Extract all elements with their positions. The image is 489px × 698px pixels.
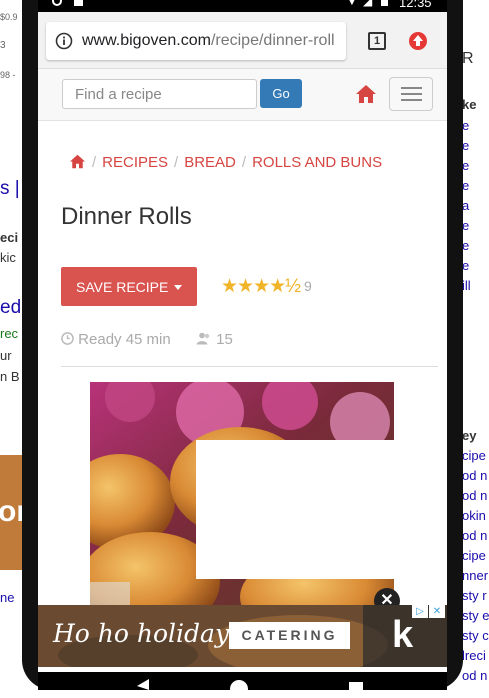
bg-fragment: e — [462, 178, 470, 193]
android-nav-bar — [38, 672, 447, 698]
servings: 15 — [196, 331, 233, 348]
back-icon[interactable] — [135, 679, 151, 690]
menu-toggle-button[interactable] — [389, 77, 433, 111]
bg-fragment: od n — [462, 488, 488, 503]
bg-fragment: 98 - — [0, 70, 16, 80]
signal-icon: ◢ — [363, 0, 373, 8]
ad-banner[interactable]: Ho ho holiday CATERING k ▷ ✕ — [38, 605, 447, 667]
bg-fragment: or — [0, 495, 22, 528]
notification-icon — [52, 0, 62, 6]
bg-fragment: 3 — [0, 40, 6, 51]
bg-fragment: $0.9 — [0, 12, 18, 22]
bg-fragment: rec — [0, 326, 19, 341]
ready-time-text: Ready 45 min — [78, 331, 171, 348]
bg-fragment: nner — [462, 568, 489, 583]
ad-close-icon[interactable]: ✕ — [429, 605, 445, 618]
bg-fragment: e — [462, 218, 470, 233]
bg-fragment: eci — [0, 230, 19, 245]
bg-fragment: sty r — [462, 588, 487, 603]
tab-switcher-button[interactable]: 1 — [368, 32, 386, 50]
hamburger-line — [401, 99, 422, 101]
background-page-right: R ke e e e e a e e e ill ey cipe od n od… — [462, 0, 489, 690]
bg-fragment: a — [462, 198, 470, 213]
battery-icon — [381, 0, 388, 6]
bg-fragment: sty e — [462, 608, 489, 623]
site-header: Go — [38, 69, 447, 121]
bg-fragment: ne — [0, 590, 15, 605]
breadcrumb: / RECIPES / BREAD / ROLLS AND BUNS — [69, 154, 382, 171]
bg-fragment: od n — [462, 668, 488, 683]
bg-fragment: cipe — [462, 548, 486, 563]
bg-fragment: sty c — [462, 628, 489, 643]
ad-placeholder — [196, 440, 394, 579]
adchoices-icon[interactable]: ▷ — [412, 605, 428, 618]
bg-fragment: ur — [0, 348, 12, 363]
bg-fragment: ke — [462, 97, 477, 112]
recipe-photo[interactable] — [90, 382, 394, 615]
browser-toolbar: www.bigoven.com/recipe/dinner-roll 1 — [38, 12, 447, 69]
breadcrumb-bread[interactable]: BREAD — [184, 154, 236, 171]
bg-fragment: e — [462, 118, 470, 133]
bg-fragment: n B — [0, 369, 20, 384]
bg-fragment: ey — [462, 428, 477, 443]
recipe-search-input[interactable] — [62, 79, 257, 109]
url-field[interactable]: www.bigoven.com/recipe/dinner-roll — [46, 22, 346, 60]
bg-fragment: ed — [0, 297, 22, 318]
home-icon[interactable] — [355, 84, 377, 104]
hamburger-line — [401, 87, 422, 89]
url-domain: www.bigoven.com — [82, 32, 211, 49]
update-icon[interactable] — [408, 31, 428, 51]
hamburger-line — [401, 93, 422, 95]
ad-headline: Ho ho holiday — [53, 619, 230, 648]
bg-fragment: od n — [462, 468, 488, 483]
breadcrumb-separator: / — [241, 154, 247, 171]
bg-fragment: kic — [0, 250, 16, 265]
clock-icon — [61, 332, 74, 345]
sim-icon — [74, 0, 83, 6]
rating-count[interactable]: 9 — [304, 278, 312, 294]
people-icon — [196, 332, 210, 345]
bg-fragment: okin — [462, 508, 486, 523]
clock: 12:35 — [399, 0, 432, 10]
bg-food-thumbnail: or — [0, 455, 22, 570]
bg-fragment: ill — [462, 278, 471, 293]
recipe-title: Dinner Rolls — [61, 203, 192, 230]
bg-fragment: s | — [0, 178, 20, 199]
bg-fragment: R — [462, 50, 474, 67]
bg-fragment: e — [462, 238, 470, 253]
ready-time: Ready 45 min — [61, 331, 171, 348]
info-icon[interactable] — [55, 32, 73, 50]
background-page-left: $0.9 3 98 - s | eci kic ed rec ur n B or… — [0, 0, 22, 690]
tab-count: 1 — [373, 35, 381, 47]
bg-fragment: e — [462, 258, 470, 273]
bg-fragment: e — [462, 158, 470, 173]
bg-fragment: cipe — [462, 448, 486, 463]
servings-count: 15 — [216, 331, 233, 348]
recents-icon[interactable] — [349, 682, 363, 696]
breadcrumb-home-icon[interactable] — [69, 154, 86, 169]
save-recipe-label: SAVE RECIPE — [76, 278, 169, 295]
caret-down-icon — [174, 284, 183, 290]
phone-frame: ▼ ◢ 12:35 www.bigoven.com/recipe/dinner-… — [22, 0, 463, 698]
breadcrumb-rolls-and-buns[interactable]: ROLLS AND BUNS — [252, 154, 382, 171]
status-bar: ▼ ◢ 12:35 — [38, 0, 447, 12]
save-recipe-button[interactable]: SAVE RECIPE — [61, 267, 197, 306]
home-nav-icon[interactable] — [230, 680, 248, 698]
rating-stars[interactable]: ★★★★½ — [221, 275, 301, 298]
breadcrumb-separator: / — [174, 154, 179, 171]
bg-fragment: od n — [462, 528, 488, 543]
breadcrumb-recipes[interactable]: RECIPES — [102, 154, 168, 171]
bg-fragment: e — [462, 138, 470, 153]
wifi-icon: ▼ — [346, 0, 358, 8]
browser-screen: www.bigoven.com/recipe/dinner-roll 1 Go — [38, 12, 447, 672]
url-text: www.bigoven.com/recipe/dinner-roll — [82, 32, 335, 50]
breadcrumb-separator: / — [92, 154, 97, 171]
search-go-button[interactable]: Go — [260, 79, 302, 108]
ad-catering-button[interactable]: CATERING — [229, 622, 350, 649]
ad-logo: k — [392, 614, 414, 656]
divider — [61, 366, 438, 367]
bg-fragment: lreci — [462, 648, 486, 663]
url-path: /recipe/dinner-roll — [210, 32, 335, 49]
